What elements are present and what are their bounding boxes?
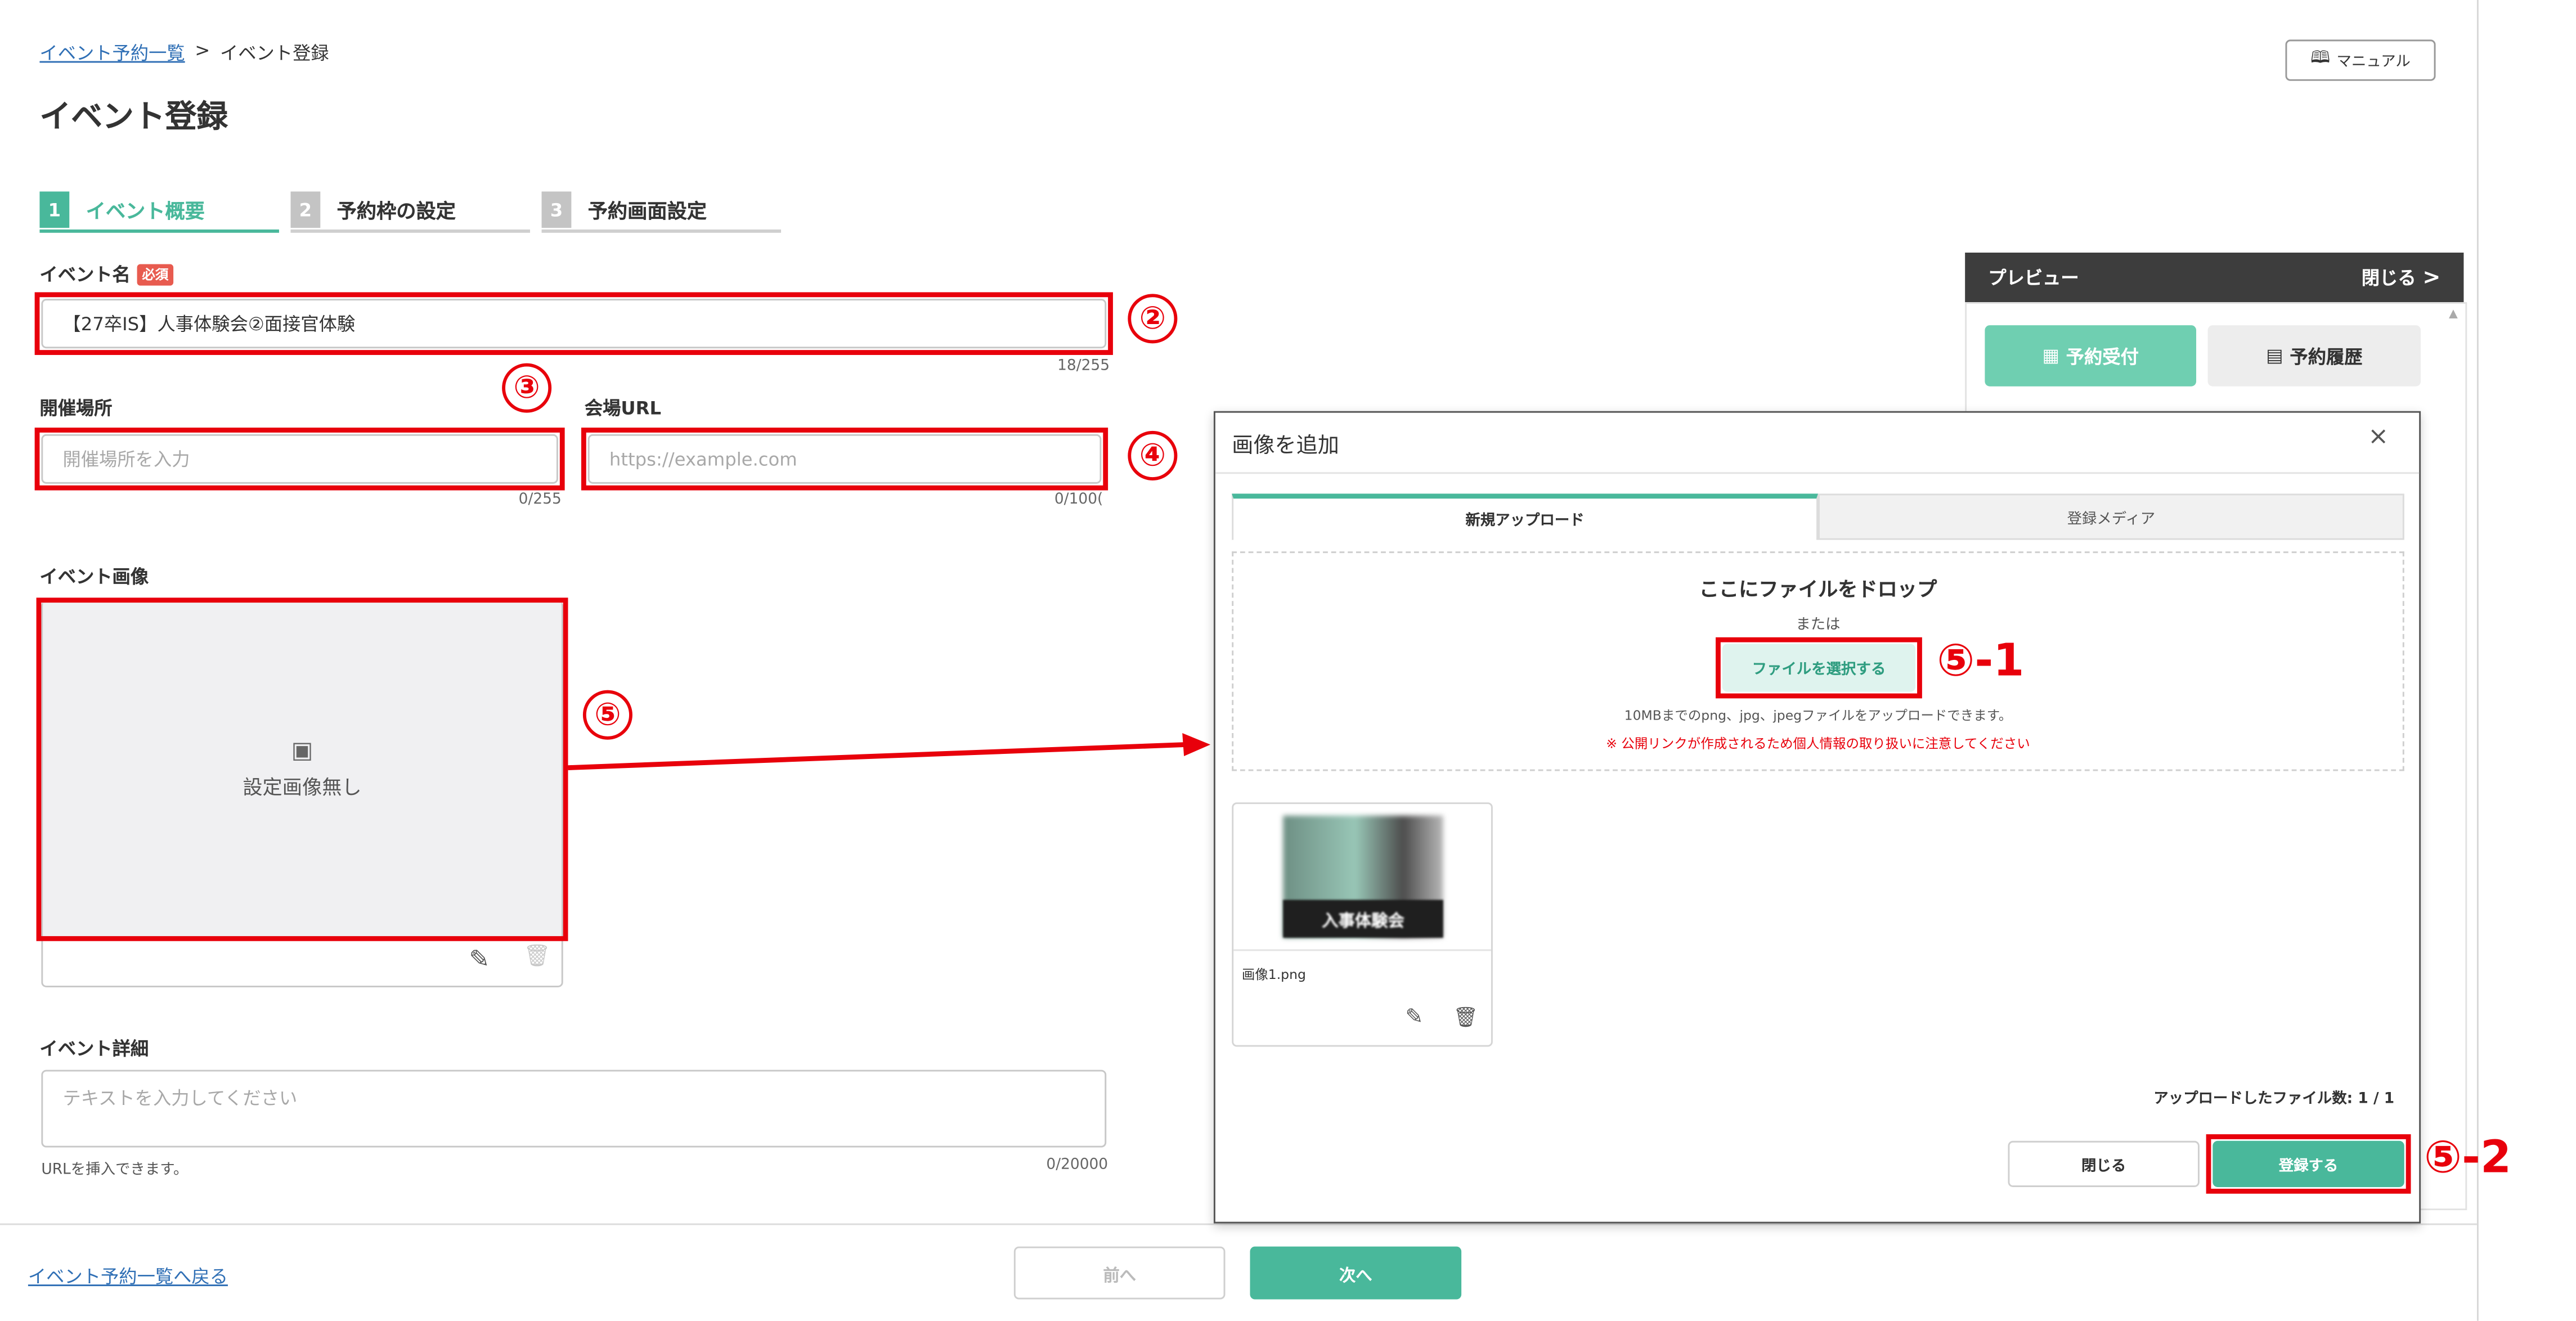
thumbnail-caption: 入事体験会 [1283,900,1443,938]
event-detail-hint: URLを挿入できます。 [41,1162,189,1179]
preview-tab-reserve[interactable]: ▦ 予約受付 [1985,325,2197,387]
calendar-icon: ▦ [2042,345,2060,367]
tab-new-upload[interactable]: 新規アップロード [1232,493,1818,540]
next-button[interactable]: 次へ [1250,1246,1462,1300]
annotation-box-5-2 [2206,1134,2411,1194]
close-icon[interactable]: × [2368,421,2389,451]
preview-tab-history[interactable]: ▤ 予約履歴 [2207,325,2421,387]
annotation-box-5-1 [1716,637,1922,699]
file-pencil-icon[interactable]: ✎ [1405,1005,1423,1030]
chevron-right-icon: > [2422,265,2441,290]
file-card-divider [1233,949,1491,951]
file-limit-text: 10MBまでのpng、jpg、jpegファイルをアップロードできます。 [1624,708,2012,724]
scroll-up-icon[interactable]: ▲ [2449,307,2462,323]
preview-tab-history-label: 予約履歴 [2290,345,2363,367]
list-icon: ▤ [2266,345,2283,367]
preview-title: プレビュー [1988,267,2079,289]
event-detail-counter: 0/20000 [1046,1157,1109,1174]
modal-close-button[interactable]: 閉じる [2008,1140,2200,1187]
footer-bar [0,1223,2477,1321]
modal-title: 画像を追加 [1232,434,1340,459]
drop-text: ここにファイルをドロップ [1699,578,1937,601]
screen: イベント予約一覧 > イベント登録 イベント登録 🕮 マニュアル 1 イベント概… [0,0,2576,1321]
or-text: または [1796,617,1841,634]
prev-button[interactable]: 前へ [1013,1246,1226,1300]
modal-divider [1215,472,2420,474]
event-detail-label: イベント詳細 [39,1038,149,1061]
preview-tab-reserve-label: 予約受付 [2066,345,2139,367]
event-detail-textarea[interactable]: テキストを入力してください [41,1070,1107,1148]
upload-count: アップロードしたファイル数: 1 / 1 [2153,1091,2395,1108]
file-name: 画像1.png [1241,967,1306,983]
tab-registered-media[interactable]: 登録メディア [1817,493,2404,540]
privacy-warning-text: ※ 公開リンクが作成されるため個人情報の取り扱いに注意してください [1606,736,2030,752]
file-trash-icon[interactable]: 🗑 [1453,1005,1478,1028]
annotation-number-5-2: ⑤-2 [2424,1133,2512,1184]
preview-header: プレビュー 閉じる > [1965,252,2464,303]
preview-close-button[interactable]: 閉じる > [2362,264,2441,291]
event-detail-placeholder: テキストを入力してください [62,1088,298,1110]
preview-close-label: 閉じる [2361,267,2416,289]
back-to-list-link[interactable]: イベント予約一覧へ戻る [28,1263,228,1289]
annotation-number-5-1: ⑤-1 [1937,635,2025,687]
